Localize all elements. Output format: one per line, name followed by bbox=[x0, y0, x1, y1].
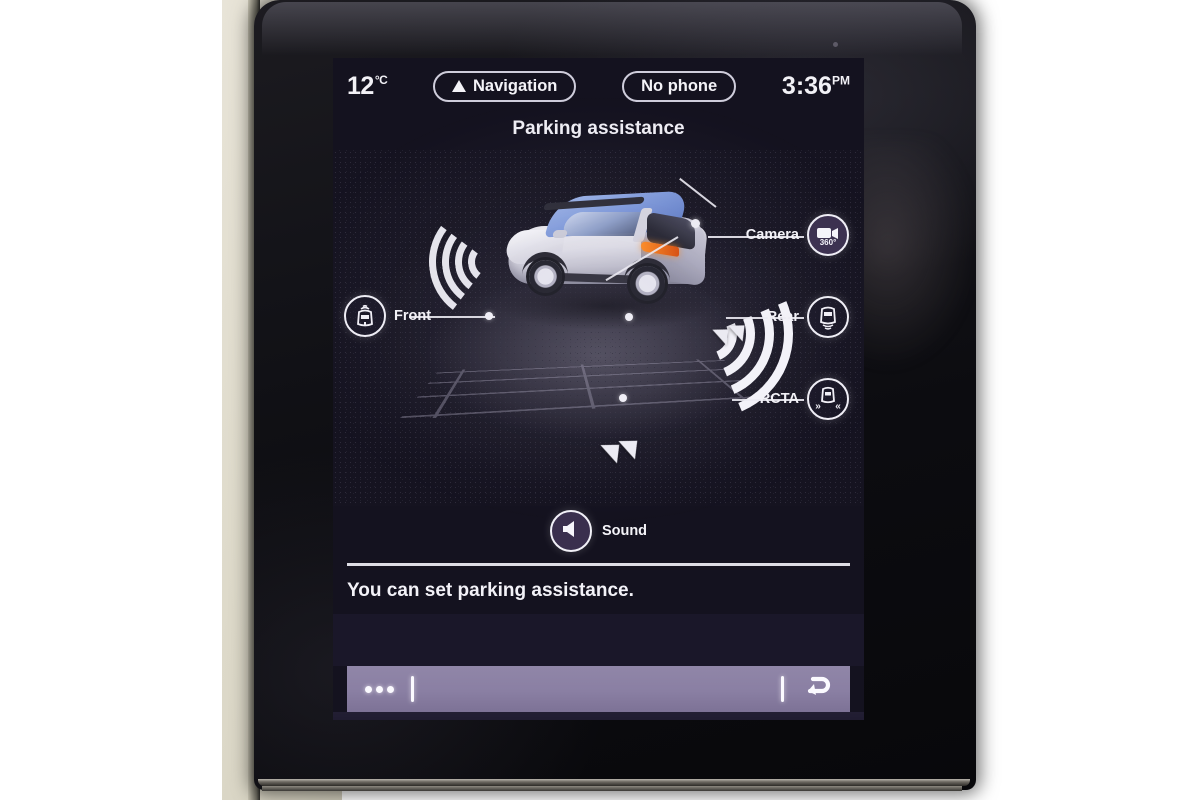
status-bar: 12°C Navigation No phone 3:36PM bbox=[333, 58, 864, 114]
parking-diagram-stage: Front 360° Camera Rear » « RCTA bbox=[333, 150, 864, 506]
temperature-unit: °C bbox=[374, 73, 388, 88]
lower-pane bbox=[333, 614, 864, 666]
bezel-sensor-dot bbox=[833, 42, 838, 47]
rcta-callout-label: RCTA bbox=[759, 391, 799, 407]
camera-callout-button[interactable]: 360° Camera bbox=[746, 214, 849, 256]
clock-ampm: PM bbox=[831, 73, 850, 88]
rcta-callout-button[interactable]: » « RCTA bbox=[760, 378, 849, 420]
bezel-chrome-trim bbox=[258, 779, 970, 786]
car-front-wheel bbox=[529, 260, 562, 293]
photo-background: 12°C Navigation No phone 3:36PM Parking … bbox=[0, 0, 1200, 800]
outside-temperature: 12°C bbox=[347, 71, 388, 101]
camera-anchor-dot bbox=[691, 219, 700, 228]
speaker-icon bbox=[560, 519, 582, 544]
sound-row: Sound bbox=[333, 510, 864, 552]
section-divider bbox=[347, 563, 850, 566]
clock: 3:36PM bbox=[782, 72, 850, 101]
front-callout-button[interactable]: Front bbox=[344, 295, 431, 337]
action-bar-divider-left bbox=[411, 676, 414, 702]
svg-text:»: » bbox=[815, 401, 821, 412]
temperature-value: 12 bbox=[347, 71, 374, 100]
car-illustration bbox=[491, 186, 721, 336]
svg-text:«: « bbox=[835, 401, 841, 412]
bezel-glare bbox=[262, 2, 962, 60]
svg-text:360°: 360° bbox=[820, 238, 837, 246]
back-button[interactable] bbox=[784, 675, 850, 704]
navigation-arrow-icon bbox=[452, 80, 467, 92]
camera-360-icon[interactable]: 360° bbox=[807, 214, 849, 256]
clock-time: 3:36 bbox=[781, 71, 832, 100]
sound-label: Sound bbox=[601, 523, 648, 539]
hint-text: You can set parking assistance. bbox=[347, 580, 634, 601]
camera-callout-label: Camera bbox=[745, 227, 799, 243]
more-options-icon[interactable] bbox=[347, 685, 411, 693]
bezel-chrome-trim-lower bbox=[262, 786, 962, 791]
back-arrow-icon bbox=[802, 675, 832, 704]
car-rear-cross-traffic-alert-icon[interactable]: » « bbox=[807, 378, 849, 420]
navigation-pill-button[interactable]: Navigation bbox=[433, 70, 577, 102]
front-callout-label: Front bbox=[394, 308, 432, 324]
car-rear-wheel bbox=[630, 266, 665, 301]
anchor-dot-front bbox=[485, 312, 493, 320]
car-shadow bbox=[497, 282, 713, 330]
page-title: Parking assistance bbox=[512, 118, 685, 139]
car-rear-sensor-icon[interactable] bbox=[807, 296, 849, 338]
action-bar bbox=[347, 666, 850, 712]
sound-button[interactable] bbox=[549, 510, 592, 552]
bottom-nav-bar bbox=[333, 712, 864, 720]
rear-callout-label: Rear bbox=[766, 309, 799, 325]
phone-status-label: No phone bbox=[641, 76, 718, 95]
phone-pill-button[interactable]: No phone bbox=[622, 70, 737, 102]
infotainment-screen[interactable]: 12°C Navigation No phone 3:36PM Parking … bbox=[333, 58, 864, 720]
navigation-label: Navigation bbox=[473, 76, 558, 95]
anchor-dot-rear bbox=[625, 313, 633, 321]
anchor-dot-rcta bbox=[619, 394, 627, 402]
rear-callout-button[interactable]: Rear bbox=[767, 296, 849, 338]
car-front-sensor-icon[interactable] bbox=[344, 295, 386, 337]
